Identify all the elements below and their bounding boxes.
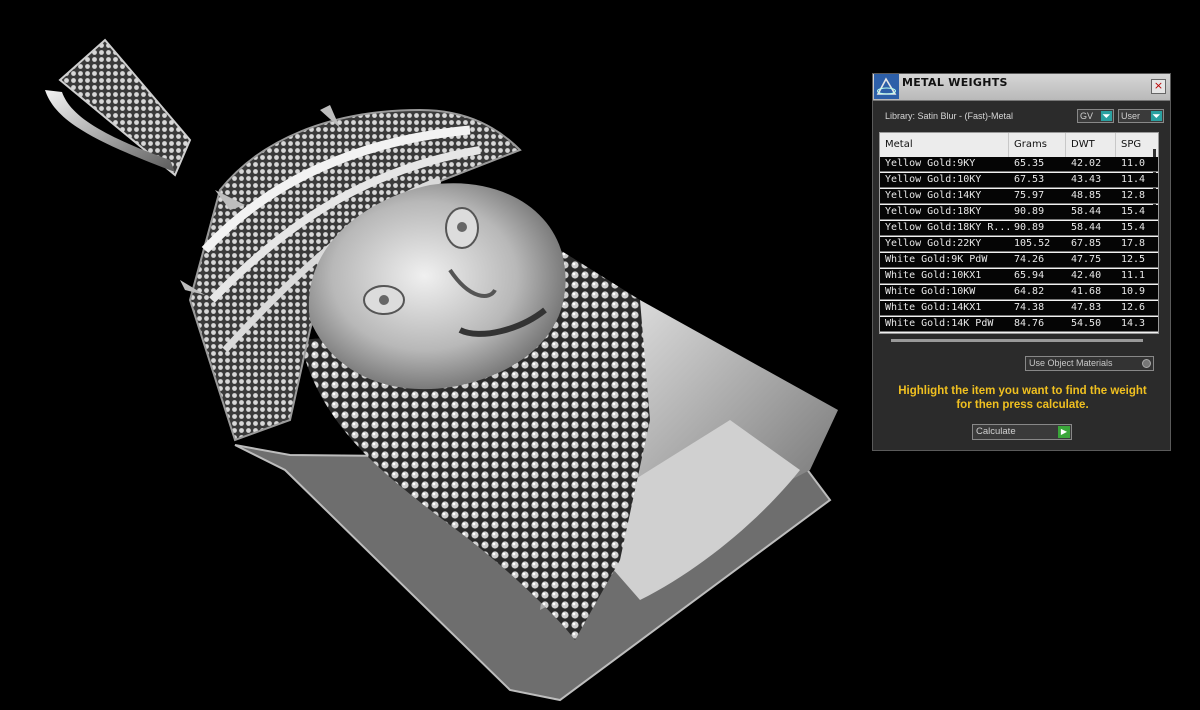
use-object-materials-toggle[interactable]: Use Object Materials <box>1025 356 1154 371</box>
cell-spg: 14.3 <box>1121 318 1146 329</box>
column-header-metal[interactable]: Metal <box>885 139 913 150</box>
metal-table[interactable]: Metal Grams DWT SPG Yellow Gold:9KY 65.35… <box>879 132 1159 334</box>
table-header: Metal Grams DWT SPG <box>880 133 1158 214</box>
cell-spg: 12.6 <box>1121 302 1146 313</box>
table-row[interactable]: White Gold:14KX1 74.38 47.83 12.6 <box>880 301 1158 316</box>
table-row[interactable]: White Gold:9K PdW 74.26 47.75 12.5 <box>880 253 1158 268</box>
cell-grams: 74.38 <box>1014 302 1045 313</box>
column-divider[interactable] <box>1115 133 1116 157</box>
cell-spg: 10.9 <box>1121 286 1146 297</box>
column-divider[interactable] <box>1065 133 1066 157</box>
cell-spg: 17.8 <box>1121 238 1146 249</box>
calculate-label: Calculate <box>976 426 1016 437</box>
cell-grams: 64.82 <box>1014 286 1045 297</box>
table-row[interactable]: Yellow Gold:10KY 67.53 43.43 11.4 <box>880 173 1158 188</box>
cell-grams: 67.53 <box>1014 174 1045 185</box>
cell-metal: Yellow Gold:18KY <box>885 206 982 217</box>
library-label: Library: Satin Blur - (Fast)-Metal <box>885 111 1014 121</box>
table-row[interactable]: White Gold:10KW 64.82 41.68 10.9 <box>880 285 1158 300</box>
table-row[interactable]: White Gold:14K PdW 84.76 54.50 14.3 <box>880 317 1158 332</box>
cell-metal: Yellow Gold:18KY R... <box>885 222 1012 233</box>
radio-icon <box>1142 359 1151 368</box>
table-row[interactable]: White Gold:10KX1 65.94 42.40 11.1 <box>880 269 1158 284</box>
cell-metal: White Gold:14KX1 <box>885 302 982 313</box>
gv-dropdown-label: GV <box>1080 111 1094 121</box>
cell-dwt: 47.75 <box>1071 254 1102 265</box>
table-row[interactable]: Yellow Gold:22KY 105.52 67.85 17.8 <box>880 237 1158 252</box>
bail-part <box>45 38 192 177</box>
gv-dropdown[interactable]: GV ⏷ <box>1077 109 1114 123</box>
cell-spg: 11.4 <box>1121 174 1146 185</box>
user-dropdown[interactable]: User ⏷ <box>1118 109 1164 123</box>
horizontal-scrollbar[interactable] <box>891 339 1143 342</box>
calculate-button[interactable]: Calculate ▶ <box>972 424 1072 440</box>
user-dropdown-label: User <box>1121 111 1141 121</box>
cell-dwt: 41.68 <box>1071 286 1102 297</box>
pendant-body <box>180 105 838 702</box>
table-row[interactable]: Yellow Gold:9KY 65.35 42.02 11.0 <box>880 157 1158 172</box>
cell-dwt: 67.85 <box>1071 238 1102 249</box>
use-object-materials-label: Use Object Materials <box>1029 358 1113 368</box>
panel-titlebar[interactable]: METAL WEIGHTS × <box>873 74 1170 101</box>
cell-grams: 75.97 <box>1014 190 1045 201</box>
metal-weights-panel: METAL WEIGHTS × Library: Satin Blur - (F… <box>872 73 1171 451</box>
play-icon: ▶ <box>1058 426 1070 438</box>
cell-metal: Yellow Gold:22KY <box>885 238 982 249</box>
table-row[interactable]: Yellow Gold:18KY R... 90.89 58.44 15.4 <box>880 221 1158 236</box>
cell-dwt: 42.02 <box>1071 158 1102 169</box>
table-row[interactable]: Yellow Gold:18KY 90.89 58.44 15.4 <box>880 205 1158 220</box>
cell-dwt: 58.44 <box>1071 206 1102 217</box>
cell-grams: 65.94 <box>1014 270 1045 281</box>
cell-spg: 15.4 <box>1121 206 1146 217</box>
cell-metal: Yellow Gold:10KY <box>885 174 982 185</box>
cell-grams: 90.89 <box>1014 222 1045 233</box>
app-logo-icon <box>874 74 899 99</box>
cell-spg: 12.5 <box>1121 254 1146 265</box>
cell-spg: 12.8 <box>1121 190 1146 201</box>
cell-dwt: 47.83 <box>1071 302 1102 313</box>
cell-dwt: 42.40 <box>1071 270 1102 281</box>
panel-title: METAL WEIGHTS <box>902 76 1008 89</box>
column-header-spg[interactable]: SPG <box>1121 139 1141 150</box>
cell-dwt: 58.44 <box>1071 222 1102 233</box>
hint-line-1: Highlight the item you want to find the … <box>898 385 1147 397</box>
cell-dwt: 48.85 <box>1071 190 1102 201</box>
column-divider[interactable] <box>1008 133 1009 157</box>
cell-dwt: 43.43 <box>1071 174 1102 185</box>
cell-spg: 11.0 <box>1121 158 1146 169</box>
cell-grams: 105.52 <box>1014 238 1051 249</box>
cell-dwt: 54.50 <box>1071 318 1102 329</box>
dropdown-arrow-icon: ⏷ <box>1101 111 1112 121</box>
cell-metal: White Gold:9K PdW <box>885 254 988 265</box>
cell-spg: 11.1 <box>1121 270 1146 281</box>
cell-grams: 90.89 <box>1014 206 1045 217</box>
cell-metal: White Gold:14K PdW <box>885 318 994 329</box>
dropdown-arrow-icon: ⏷ <box>1151 111 1162 121</box>
cell-metal: White Gold:10KW <box>885 286 976 297</box>
close-icon[interactable]: × <box>1151 79 1166 94</box>
hint-text: Highlight the item you want to find the … <box>885 384 1160 412</box>
cell-grams: 74.26 <box>1014 254 1045 265</box>
cell-spg: 15.4 <box>1121 222 1146 233</box>
table-row[interactable]: Yellow Gold:14KY 75.97 48.85 12.8 <box>880 189 1158 204</box>
column-header-dwt[interactable]: DWT <box>1071 139 1095 150</box>
cell-metal: White Gold:10KX1 <box>885 270 982 281</box>
cell-grams: 84.76 <box>1014 318 1045 329</box>
column-header-grams[interactable]: Grams <box>1014 139 1047 150</box>
cell-metal: Yellow Gold:9KY <box>885 158 976 169</box>
cell-grams: 65.35 <box>1014 158 1045 169</box>
hint-line-2: for then press calculate. <box>956 399 1089 411</box>
cell-metal: Yellow Gold:14KY <box>885 190 982 201</box>
